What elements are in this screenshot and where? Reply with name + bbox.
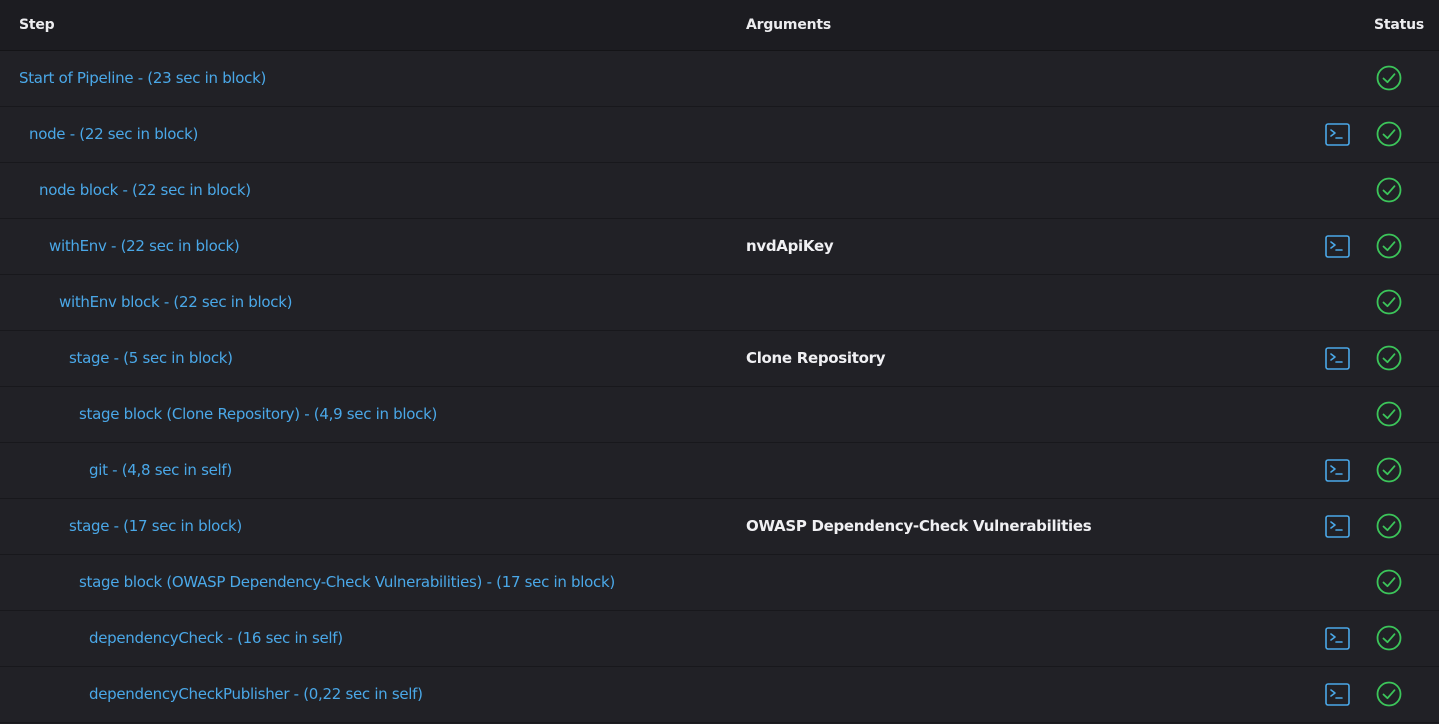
table-row: withEnv - (22 sec in block) nvdApiKey <box>0 219 1439 275</box>
success-icon <box>1376 569 1402 595</box>
console-output-icon[interactable] <box>1325 683 1350 706</box>
column-header-arguments: Arguments <box>746 17 832 33</box>
success-icon <box>1376 289 1402 315</box>
table-row: git - (4,8 sec in self) <box>0 443 1439 499</box>
column-header-step: Step <box>19 17 55 33</box>
success-icon <box>1376 65 1402 91</box>
success-icon <box>1376 681 1402 707</box>
table-row: stage - (17 sec in block) OWASP Dependenc… <box>0 499 1439 555</box>
step-argument: OWASP Dependency-Check Vulnerabilities <box>746 517 1092 535</box>
step-link[interactable]: git - (4,8 sec in self) <box>89 443 232 498</box>
pipeline-steps-table: Step Arguments Status Start of Pipeline … <box>0 0 1439 724</box>
step-link[interactable]: withEnv - (22 sec in block) <box>49 219 240 274</box>
table-row: Start of Pipeline - (23 sec in block) <box>0 51 1439 107</box>
console-output-icon[interactable] <box>1325 123 1350 146</box>
step-link[interactable]: stage - (17 sec in block) <box>69 499 242 554</box>
table-row: stage - (5 sec in block) Clone Repository <box>0 331 1439 387</box>
success-icon <box>1376 513 1402 539</box>
success-icon <box>1376 121 1402 147</box>
table-row: stage block (OWASP Dependency-Check Vuln… <box>0 555 1439 611</box>
success-icon <box>1376 401 1402 427</box>
step-link[interactable]: stage block (OWASP Dependency-Check Vuln… <box>79 555 615 610</box>
step-link[interactable]: stage - (5 sec in block) <box>69 331 233 386</box>
success-icon <box>1376 233 1402 259</box>
table-header: Step Arguments Status <box>0 0 1439 51</box>
success-icon <box>1376 457 1402 483</box>
step-link[interactable]: node block - (22 sec in block) <box>39 163 251 218</box>
table-row: withEnv block - (22 sec in block) <box>0 275 1439 331</box>
table-row: dependencyCheck - (16 sec in self) <box>0 611 1439 667</box>
step-link[interactable]: withEnv block - (22 sec in block) <box>59 275 292 330</box>
table-row: stage block (Clone Repository) - (4,9 se… <box>0 387 1439 443</box>
step-link[interactable]: dependencyCheckPublisher - (0,22 sec in … <box>89 667 423 722</box>
success-icon <box>1376 625 1402 651</box>
success-icon <box>1376 177 1402 203</box>
table-row: node block - (22 sec in block) <box>0 163 1439 219</box>
table-row: dependencyCheckPublisher - (0,22 sec in … <box>0 667 1439 723</box>
step-argument: nvdApiKey <box>746 237 834 255</box>
success-icon <box>1376 345 1402 371</box>
step-argument: Clone Repository <box>746 349 886 367</box>
step-link[interactable]: node - (22 sec in block) <box>29 107 198 162</box>
step-link[interactable]: stage block (Clone Repository) - (4,9 se… <box>79 387 437 442</box>
console-output-icon[interactable] <box>1325 627 1350 650</box>
console-output-icon[interactable] <box>1325 235 1350 258</box>
console-output-icon[interactable] <box>1325 459 1350 482</box>
console-output-icon[interactable] <box>1325 515 1350 538</box>
table-row: node - (22 sec in block) <box>0 107 1439 163</box>
step-link[interactable]: dependencyCheck - (16 sec in self) <box>89 611 343 666</box>
table-body: Start of Pipeline - (23 sec in block) nod… <box>0 51 1439 723</box>
column-header-status: Status <box>1373 17 1424 33</box>
step-link[interactable]: Start of Pipeline - (23 sec in block) <box>19 51 266 106</box>
console-output-icon[interactable] <box>1325 347 1350 370</box>
